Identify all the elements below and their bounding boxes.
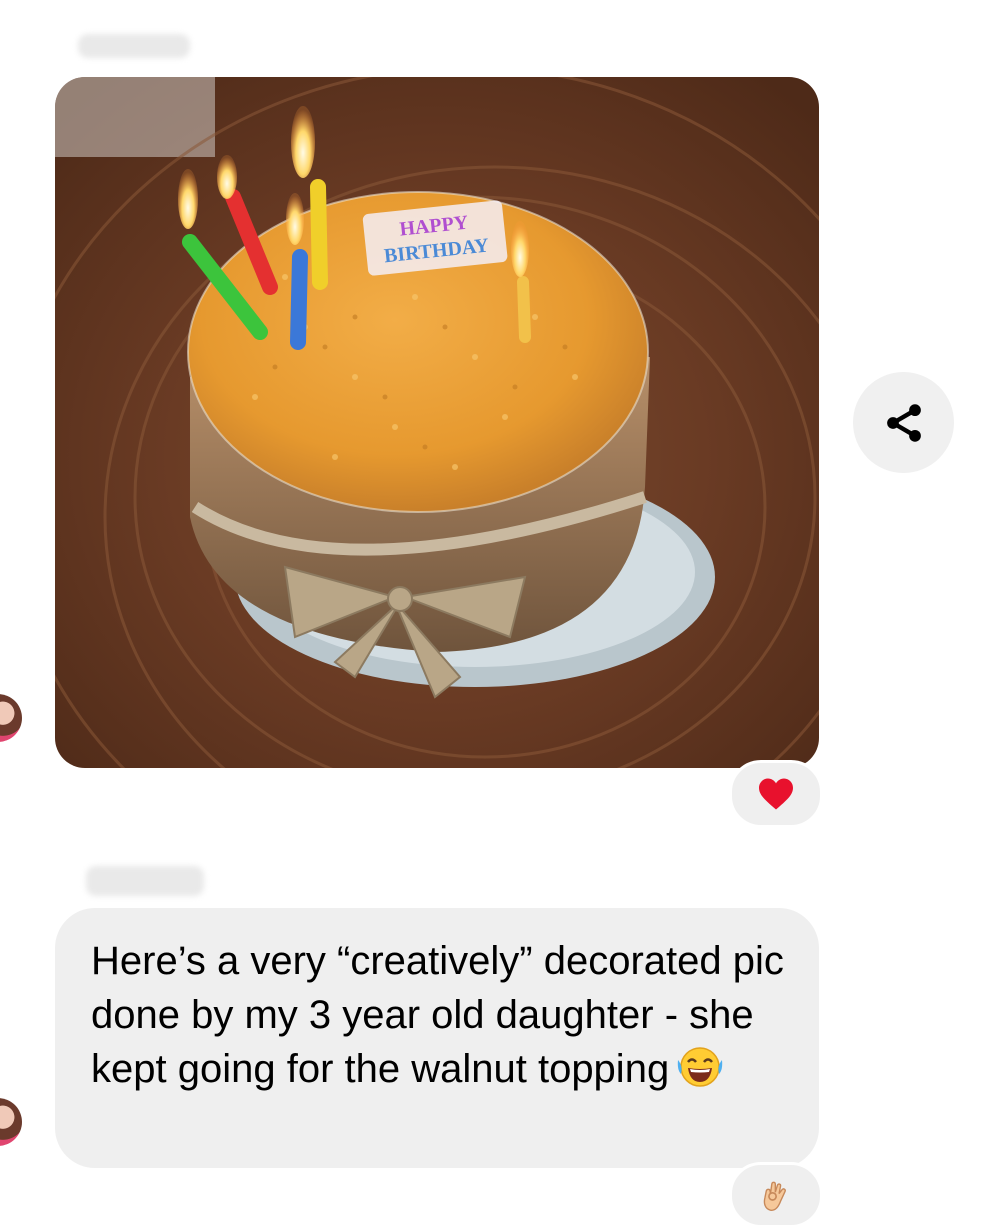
message-text: Here’s a very “creatively” decorated pic… (91, 934, 789, 1104)
avatar-2[interactable] (0, 1098, 22, 1146)
avatar[interactable] (0, 694, 22, 742)
share-button[interactable] (853, 372, 954, 473)
sender-name-redacted-1 (78, 34, 190, 58)
ok-hand-icon (763, 1181, 786, 1211)
cake-photo: HAPPY BIRTHDAY (55, 77, 819, 768)
message-photo[interactable]: HAPPY BIRTHDAY (55, 77, 819, 768)
reaction-heart[interactable] (729, 760, 823, 828)
share-icon (886, 403, 921, 442)
heart-icon (759, 778, 793, 810)
sender-name-redacted-2 (86, 866, 204, 896)
reaction-ok-hand[interactable] (729, 1162, 823, 1228)
message-bubble[interactable]: Here’s a very “creatively” decorated pic… (55, 908, 819, 1168)
face-with-tears-of-joy-icon (675, 1044, 725, 1104)
